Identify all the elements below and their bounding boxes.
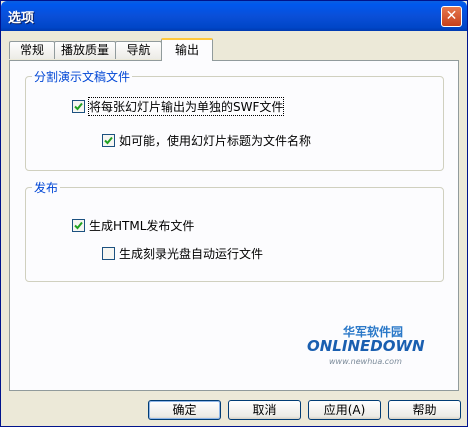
watermark-en: ONLINEDOWN bbox=[307, 337, 425, 355]
help-button[interactable]: 帮助 bbox=[388, 400, 461, 420]
checkbox-label: 如可能，使用幻灯片标题为文件名称 bbox=[119, 133, 312, 148]
checkbox-checked-icon[interactable] bbox=[72, 99, 85, 113]
checkbox-checked-icon[interactable] bbox=[72, 218, 85, 232]
checkbox-generate-html[interactable]: 生成HTML发布文件 bbox=[72, 217, 194, 233]
checkbox-label: 生成HTML发布文件 bbox=[89, 218, 195, 233]
cancel-button[interactable]: 取消 bbox=[228, 400, 301, 420]
title-bar[interactable]: 选项 ✕ bbox=[1, 1, 467, 31]
tab-output[interactable]: 输出 bbox=[161, 38, 213, 61]
checkbox-label: 生成刻录光盘自动运行文件 bbox=[119, 246, 264, 261]
watermark-logo: 华军软件园 ONLINEDOWN www.newhua.com bbox=[293, 323, 425, 383]
ok-button[interactable]: 确定 bbox=[148, 400, 221, 420]
checkbox-split-swf[interactable]: 将每张幻灯片输出为单独的SWF文件 bbox=[72, 96, 285, 116]
checkbox-checked-icon[interactable] bbox=[102, 133, 115, 147]
group-publish-label: 发布 bbox=[32, 179, 61, 196]
group-split-presentation: 分割演示文稿文件 bbox=[25, 68, 444, 171]
close-icon: ✕ bbox=[445, 8, 458, 24]
window-title: 选项 bbox=[8, 11, 35, 26]
watermark-url: www.newhua.com bbox=[329, 357, 402, 366]
group-split-label: 分割演示文稿文件 bbox=[32, 68, 133, 85]
group-publish: 发布 bbox=[25, 179, 444, 282]
close-button[interactable]: ✕ bbox=[441, 6, 462, 27]
apply-button[interactable]: 应用(A) bbox=[308, 400, 381, 420]
checkbox-unchecked-icon[interactable] bbox=[102, 246, 115, 260]
checkbox-slide-title-filename[interactable]: 如可能，使用幻灯片标题为文件名称 bbox=[102, 132, 311, 148]
checkbox-label: 将每张幻灯片输出为单独的SWF文件 bbox=[87, 96, 285, 116]
tab-navigation[interactable]: 导航 bbox=[115, 41, 162, 59]
tab-general[interactable]: 常规 bbox=[9, 41, 55, 59]
options-dialog: 选项 ✕ 常规 播放质量 导航 输出 分割演示文稿文件 将每张幻灯片输出为单独的… bbox=[0, 0, 468, 427]
checkbox-autorun-cd[interactable]: 生成刻录光盘自动运行文件 bbox=[102, 245, 263, 261]
tab-playback-quality[interactable]: 播放质量 bbox=[54, 41, 116, 59]
